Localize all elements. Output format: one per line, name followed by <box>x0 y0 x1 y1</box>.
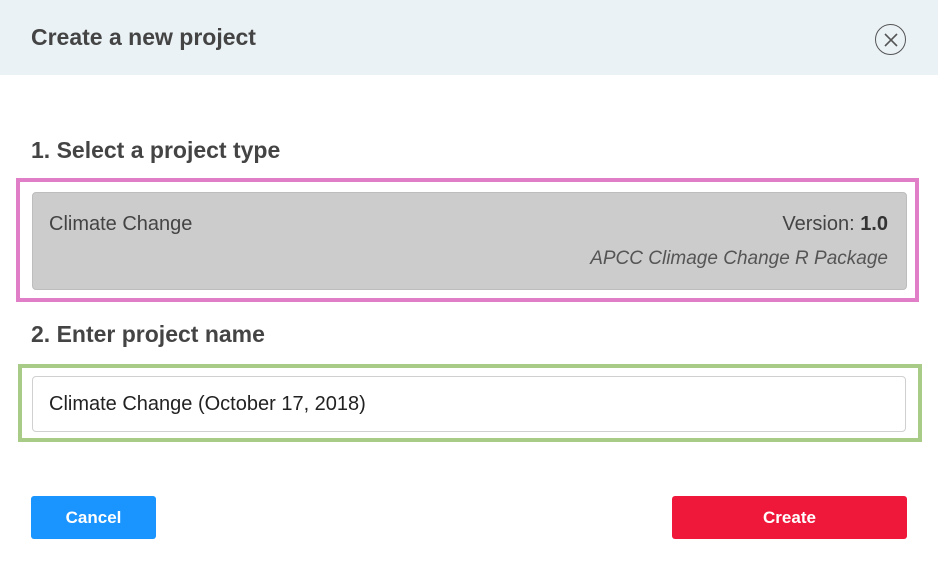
dialog-header: Create a new project <box>0 0 938 75</box>
cancel-button[interactable]: Cancel <box>31 496 156 539</box>
version-label: Version: <box>782 213 855 235</box>
project-type-name: Climate Change <box>49 213 193 235</box>
project-type-description: APCC Climage Change R Package <box>590 248 888 269</box>
project-name-input[interactable] <box>32 376 906 432</box>
version-value: 1.0 <box>860 213 888 235</box>
create-button[interactable]: Create <box>672 496 907 539</box>
close-button[interactable] <box>875 24 906 55</box>
close-icon <box>884 33 898 47</box>
step1-title: 1. Select a project type <box>31 137 281 163</box>
dialog-title: Create a new project <box>31 24 256 50</box>
project-type-version: Version: 1.0 <box>782 212 888 236</box>
step2-title: 2. Enter project name <box>31 321 265 347</box>
create-project-dialog: Create a new project 1. Select a project… <box>0 0 938 569</box>
project-type-card[interactable]: Climate Change Version: 1.0 APCC Climage… <box>32 192 907 290</box>
